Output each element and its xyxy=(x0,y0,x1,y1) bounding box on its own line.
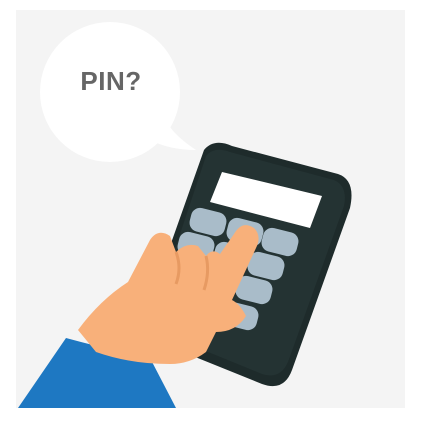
pin-entry-illustration xyxy=(18,22,352,408)
speech-bubble-text: PIN? xyxy=(80,66,142,96)
